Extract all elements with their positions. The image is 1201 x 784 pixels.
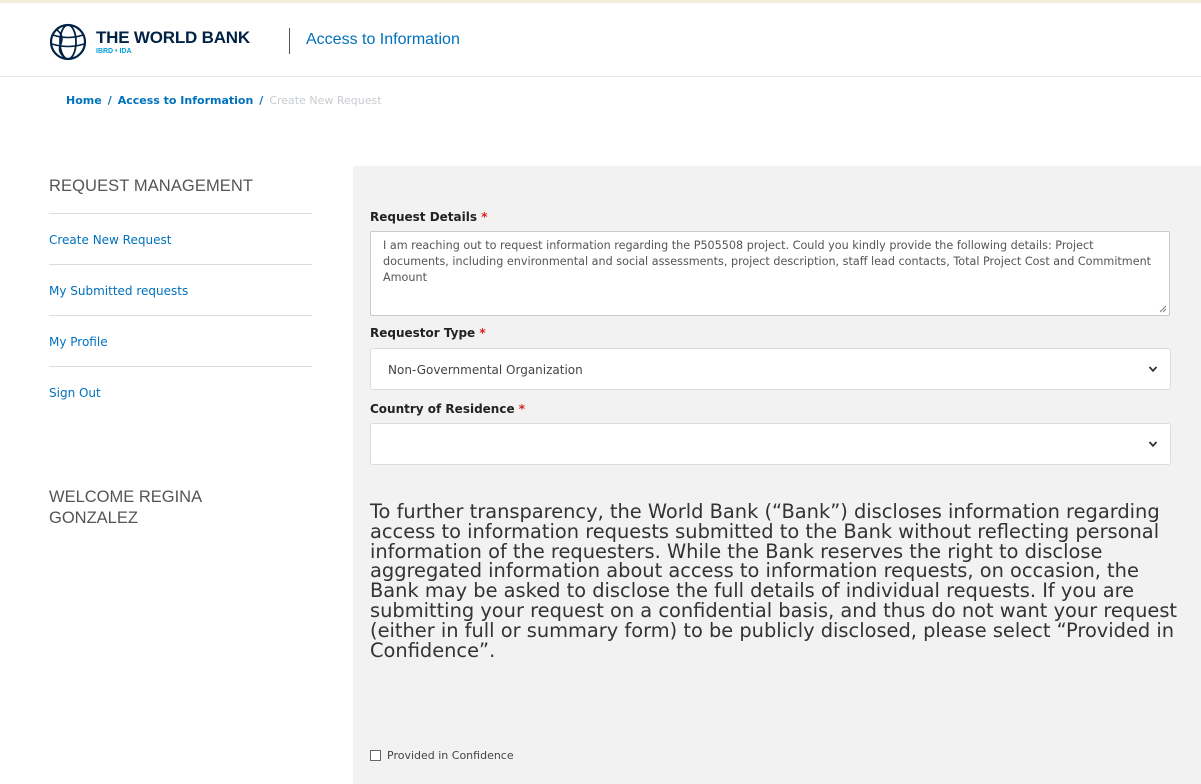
breadcrumb: Home / Access to Information / Create New Re… [66, 94, 382, 107]
disclosure-notice: To further transparency, the World Bank … [370, 500, 1178, 662]
world-bank-globe-icon[interactable] [48, 22, 88, 62]
country-of-residence-select[interactable] [370, 423, 1171, 465]
sidebar-item-create-new-request[interactable]: Create New Request [49, 213, 312, 264]
required-asterisk: * [518, 402, 526, 416]
provided-in-confidence-label: Provided in Confidence [387, 749, 514, 762]
requestor-type-value: Non-Governmental Organization [388, 363, 583, 377]
sidebar-item-my-submitted-requests[interactable]: My Submitted requests [49, 264, 312, 315]
provided-in-confidence-checkbox[interactable] [370, 749, 381, 761]
country-of-residence-label-text: Country of Residence [370, 402, 515, 416]
request-details-textarea[interactable]: I am reaching out to request information… [370, 231, 1170, 316]
sidebar-title: REQUEST MANAGEMENT [49, 177, 254, 195]
provided-in-confidence-option[interactable]: Provided in Confidence [370, 749, 514, 762]
sidebar-menu: Create New Request My Submitted requests… [49, 213, 312, 417]
required-asterisk: * [481, 210, 488, 224]
header-section-link[interactable]: Access to Information [306, 31, 460, 49]
chevron-down-icon [1148, 366, 1158, 373]
header-divider [289, 28, 290, 54]
requestor-type-select[interactable]: Non-Governmental Organization [370, 348, 1171, 390]
welcome-message: WELCOME REGINA GONZALEZ [49, 488, 202, 527]
brand-name[interactable]: THE WORLD BANK [96, 28, 250, 48]
breadcrumb-home[interactable]: Home [66, 94, 102, 107]
country-of-residence-label: Country of Residence * [370, 402, 525, 416]
requestor-type-label: Requestor Type * [370, 326, 486, 340]
request-details-label-text: Request Details [370, 210, 478, 224]
breadcrumb-current: Create New Request [269, 94, 382, 107]
site-header: THE WORLD BANK IBRD • IDA Access to Info… [0, 3, 1201, 77]
requestor-type-label-text: Requestor Type [370, 326, 476, 340]
breadcrumb-access-to-information[interactable]: Access to Information [118, 94, 254, 107]
sidebar-item-sign-out[interactable]: Sign Out [49, 366, 312, 417]
sidebar-item-my-profile[interactable]: My Profile [49, 315, 312, 366]
breadcrumb-separator: / [107, 94, 112, 107]
request-details-value: I am reaching out to request information… [383, 239, 1152, 284]
request-details-label: Request Details * [370, 210, 487, 224]
chevron-down-icon [1148, 441, 1158, 448]
required-asterisk: * [479, 326, 486, 340]
brand-subtitle: IBRD • IDA [96, 48, 132, 55]
resize-handle-icon[interactable] [1159, 305, 1167, 313]
breadcrumb-separator: / [259, 94, 264, 107]
